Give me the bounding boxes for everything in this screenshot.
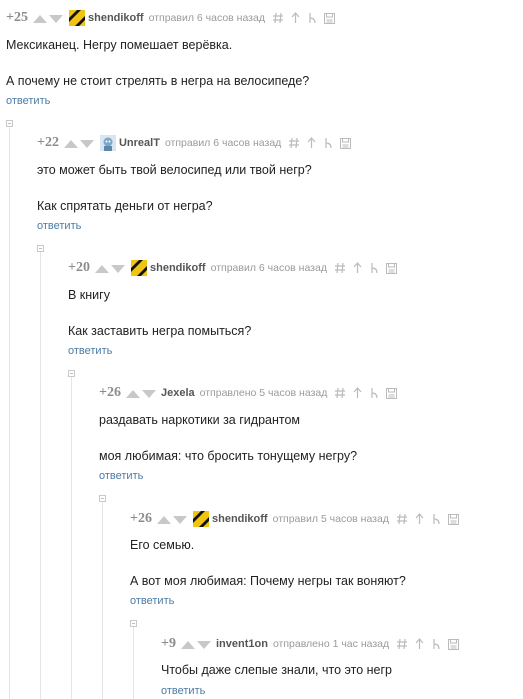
reply-link[interactable]: ответить [68,345,112,357]
reply-link[interactable]: ответить [99,470,143,482]
save-icon[interactable] [448,638,460,650]
arrow-up-icon[interactable] [32,14,47,23]
save-icon[interactable] [447,513,459,525]
parent-arrow-icon[interactable] [414,638,425,650]
username[interactable]: shendikoff [88,12,144,24]
arrow-down-icon[interactable] [110,264,125,273]
parent-arrow-icon[interactable] [352,387,363,399]
comment-text: моя любимая: что бросить тонущему негру? [99,449,358,463]
comment-text: А вот моя любимая: Почему негры так воня… [130,574,406,588]
save-icon[interactable] [323,12,335,24]
rating-value: +26 [99,385,121,400]
save-icon[interactable] [340,137,352,149]
parent-arrow-icon[interactable] [352,262,363,274]
hash-link-icon[interactable] [335,387,346,399]
branch-icon[interactable] [431,513,442,525]
rating-value: +22 [37,135,59,150]
robot-avatar[interactable] [99,135,116,151]
branch-icon[interactable] [307,12,318,24]
branch-icon[interactable] [323,137,334,149]
comment-text: А почему не стоит стрелять в негра на ве… [6,74,310,88]
collapse-toggle-icon[interactable] [37,245,44,252]
hazard-stripe-avatar[interactable] [192,511,209,527]
hazard-stripe-avatar[interactable] [68,10,85,26]
comment-meta: отправил 6 часов назад [148,12,265,24]
hash-link-icon[interactable] [272,12,284,24]
parent-arrow-icon[interactable] [306,137,317,149]
reply-link[interactable]: ответить [37,220,81,232]
save-icon[interactable] [385,262,397,274]
username[interactable]: shendikoff [212,513,268,525]
collapse-toggle-icon[interactable] [99,495,106,502]
hash-link-icon[interactable] [289,137,300,149]
reply-link[interactable]: ответить [130,595,174,607]
rating-value: +25 [6,10,28,25]
comment-text: это может быть твой велосипед или твой н… [37,163,312,177]
collapse-toggle-icon[interactable] [6,120,13,127]
arrow-down-icon[interactable] [79,139,94,148]
rating-value: +9 [161,636,176,651]
comment-text: раздавать наркотики за гидрантом [99,413,301,427]
thread-line [9,128,10,699]
comment-meta: отправил 6 часов назад [164,137,282,149]
arrow-up-icon[interactable] [94,264,109,273]
username[interactable]: invent1on [216,638,268,650]
thread-line [71,377,72,699]
comment-meta: отправил 6 часов назад [210,262,327,274]
thread-line [40,252,41,699]
thread-line [133,627,134,699]
parent-arrow-icon[interactable] [414,513,425,525]
username[interactable]: Jexela [161,387,195,399]
arrow-down-icon[interactable] [48,14,63,23]
comment-text: Его семью. [130,538,195,552]
arrow-down-icon[interactable] [141,389,156,398]
hash-link-icon[interactable] [397,638,408,650]
save-icon[interactable] [386,387,398,399]
hash-link-icon[interactable] [396,513,408,525]
collapse-toggle-icon[interactable] [130,620,137,627]
comment-text: В книгу [68,288,110,302]
hash-link-icon[interactable] [334,262,346,274]
comment-meta: отправлено 5 часов назад [199,387,328,399]
comment-text: Чтобы даже слепые знали, что это негр [161,663,392,677]
comment-text: Мексиканец. Негру помешает верёвка. [6,38,233,52]
collapse-toggle-icon[interactable] [68,370,75,377]
hazard-stripe-avatar[interactable] [130,260,147,276]
arrow-up-icon[interactable] [156,515,171,524]
reply-link[interactable]: ответить [6,95,50,107]
arrow-up-icon[interactable] [180,640,195,649]
comment-meta: отправил 5 часов назад [272,513,389,525]
comment-meta: отправлено 1 час назад [272,638,390,650]
reply-link[interactable]: ответить [161,685,205,697]
arrow-down-icon[interactable] [196,640,211,649]
username[interactable]: UnrealT [119,137,160,149]
comment-text: Как заставить негра помыться? [68,324,252,338]
arrow-up-icon[interactable] [63,139,78,148]
branch-icon[interactable] [369,262,380,274]
rating-value: +20 [68,260,90,275]
comment-text: Как спрятать деньги от негра? [37,199,213,213]
branch-icon[interactable] [431,638,442,650]
username[interactable]: shendikoff [150,262,206,274]
arrow-up-icon[interactable] [125,389,140,398]
branch-icon[interactable] [369,387,380,399]
arrow-down-icon[interactable] [172,515,187,524]
parent-arrow-icon[interactable] [290,12,301,24]
rating-value: +26 [130,511,152,526]
thread-line [102,502,103,699]
